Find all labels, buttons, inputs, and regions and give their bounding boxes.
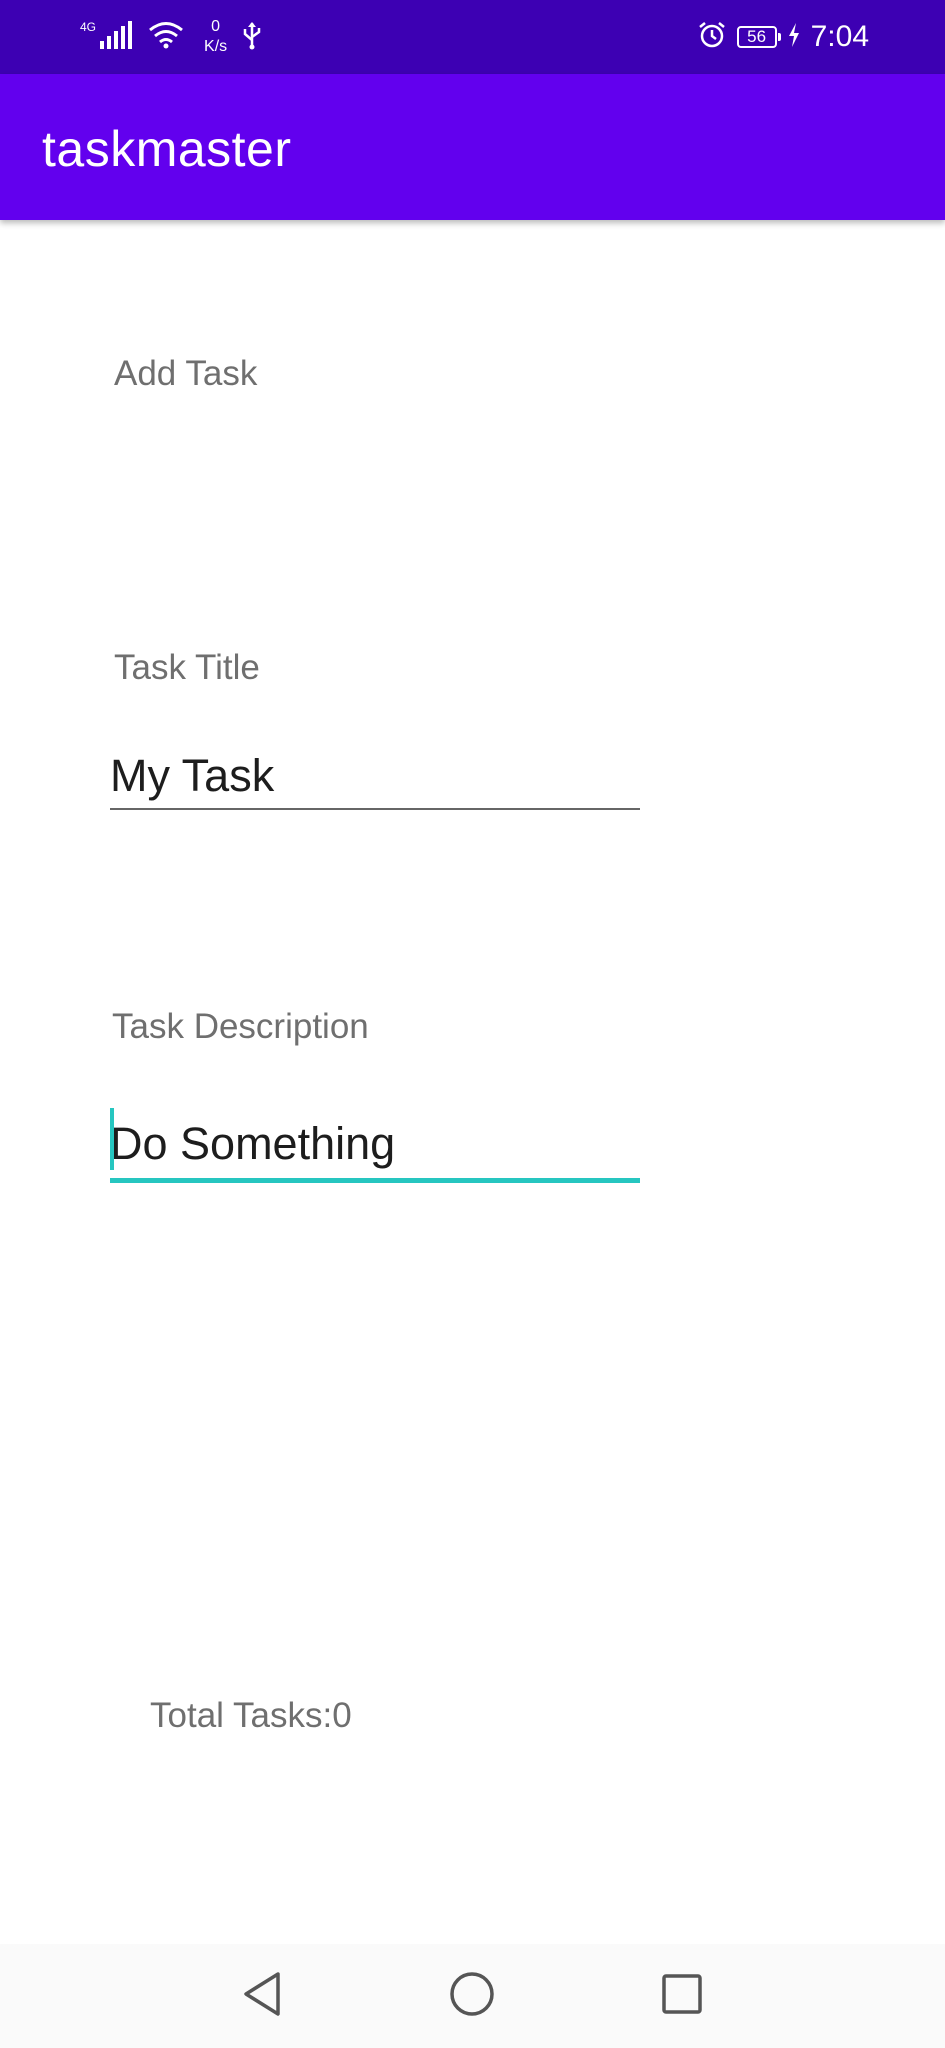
status-left: 4G 0 K/s — [80, 0, 263, 74]
clock: 7:04 — [810, 20, 869, 53]
charging-icon — [787, 22, 801, 53]
nav-bar — [0, 1944, 945, 2048]
signal-icon — [100, 20, 134, 54]
back-icon — [240, 1970, 284, 2023]
usb-icon — [241, 20, 263, 55]
wifi-icon — [148, 21, 184, 54]
app-bar: taskmaster — [0, 74, 945, 220]
text-cursor — [110, 1108, 114, 1170]
net-speed: 0 K/s — [204, 17, 227, 57]
app-title: taskmaster — [42, 121, 292, 177]
status-right: 56 7:04 — [697, 0, 869, 74]
battery-icon: 56 — [736, 26, 781, 48]
status-bar: 4G 0 K/s 56 7:04 — [0, 0, 945, 74]
home-icon — [449, 1971, 495, 2022]
home-button[interactable] — [446, 1970, 498, 2022]
task-title-input[interactable] — [110, 744, 640, 810]
task-description-input[interactable] — [110, 1110, 640, 1183]
net-speed-value: 0 — [211, 18, 221, 35]
add-task-heading: Add Task — [114, 354, 258, 393]
net-speed-unit: K/s — [204, 38, 228, 55]
alarm-icon — [697, 20, 727, 55]
recents-icon — [661, 1973, 703, 2020]
recents-button[interactable] — [656, 1970, 708, 2022]
task-title-label: Task Title — [114, 648, 260, 687]
network-type: 4G — [80, 20, 97, 34]
back-button[interactable] — [236, 1970, 288, 2022]
total-tasks-label: Total Tasks:0 — [150, 1696, 352, 1735]
task-description-label: Task Description — [112, 1007, 369, 1046]
